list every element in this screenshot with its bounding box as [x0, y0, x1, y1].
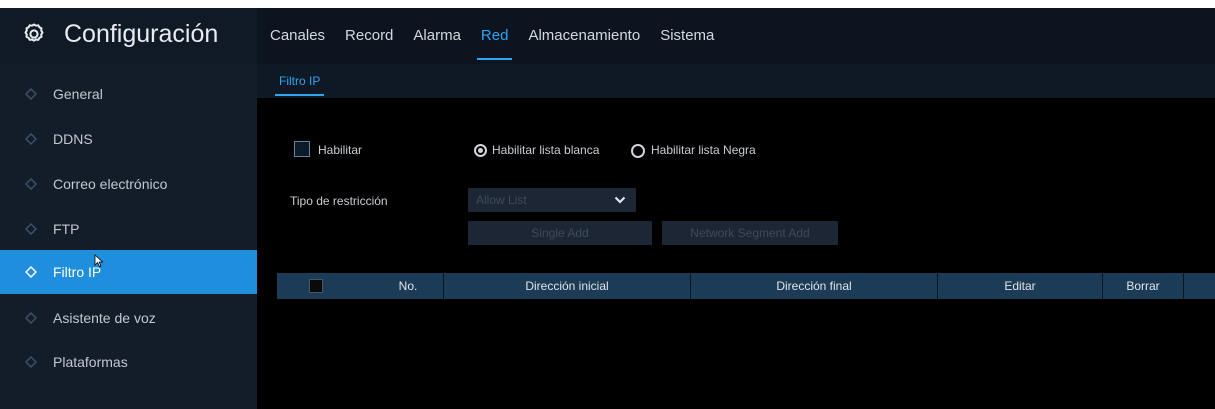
column-header-delete: Borrar	[1126, 279, 1160, 293]
tab-almacenamiento[interactable]: Almacenamiento	[528, 8, 652, 64]
tab-red[interactable]: Red	[476, 8, 521, 64]
tab-alarma[interactable]: Alarma	[413, 8, 473, 64]
enable-checkbox[interactable]	[294, 141, 310, 157]
diamond-bullet-icon	[25, 133, 37, 145]
network-segment-add-button[interactable]: Network Segment Add	[662, 221, 838, 245]
column-header-edit: Editar	[1004, 279, 1036, 293]
sidebar-item-label: DDNS	[53, 131, 93, 147]
select-all-checkbox[interactable]	[309, 279, 323, 293]
chevron-down-icon	[614, 196, 626, 204]
header-bar: Configuración Canales Record Alarma Red …	[0, 8, 1215, 64]
column-header-end-address: Dirección final	[776, 279, 852, 293]
whitelist-radio[interactable]	[474, 144, 487, 157]
restriction-type-value: Allow List	[476, 193, 527, 207]
page-title: Configuración	[64, 20, 219, 48]
diamond-bullet-icon	[25, 312, 37, 324]
tab-canales[interactable]: Canales	[270, 8, 337, 64]
whitelist-label: Habilitar lista blanca	[492, 143, 600, 157]
restriction-type-select[interactable]: Allow List	[468, 188, 636, 212]
gear-icon	[24, 23, 44, 42]
sidebar-item-filtro-ip[interactable]: Filtro IP	[0, 250, 257, 294]
sidebar-item-label: General	[53, 86, 103, 102]
mouse-cursor-icon	[94, 254, 104, 268]
top-tabs: Canales Record Alarma Red Almacenamiento…	[270, 8, 726, 64]
diamond-bullet-icon	[25, 178, 37, 190]
subtab-bar: Filtro IP	[257, 64, 1215, 98]
diamond-bullet-icon	[25, 223, 37, 235]
sidebar-item-plataformas[interactable]: Plataformas	[0, 340, 257, 384]
diamond-bullet-icon	[25, 88, 37, 100]
sidebar-item-label: FTP	[53, 221, 80, 237]
tab-sistema[interactable]: Sistema	[660, 8, 726, 64]
brand-area: Configuración	[0, 8, 257, 64]
column-header-start-address: Dirección inicial	[525, 279, 609, 293]
ip-table-header: No. Dirección inicial Dirección final Ed…	[277, 273, 1215, 299]
config-screen: Configuración Canales Record Alarma Red …	[0, 8, 1215, 409]
column-separator	[1183, 273, 1184, 299]
blacklist-radio[interactable]	[631, 144, 645, 158]
sidebar-item-label: Plataformas	[53, 354, 128, 370]
tab-record[interactable]: Record	[345, 8, 405, 64]
sidebar-item-label: Correo electrónico	[53, 176, 168, 192]
sidebar-item-ddns[interactable]: DDNS	[0, 117, 257, 161]
sidebar: General DDNS Correo electrónico FTP Filt…	[0, 64, 257, 409]
subtab-filtro-ip[interactable]: Filtro IP	[274, 64, 325, 98]
single-add-button[interactable]: Single Add	[468, 221, 652, 245]
sidebar-item-asistente-voz[interactable]: Asistente de voz	[0, 296, 257, 340]
sidebar-item-general[interactable]: General	[0, 72, 257, 116]
sidebar-item-label: Asistente de voz	[53, 310, 156, 326]
diamond-bullet-icon	[25, 266, 37, 278]
diamond-bullet-icon	[25, 356, 37, 368]
enable-label: Habilitar	[318, 143, 363, 157]
blacklist-label: Habilitar lista Negra	[651, 143, 756, 157]
column-header-no: No.	[398, 279, 418, 293]
sidebar-item-ftp[interactable]: FTP	[0, 207, 257, 251]
restriction-type-label: Tipo de restricción	[290, 194, 388, 208]
sidebar-item-correo[interactable]: Correo electrónico	[0, 162, 257, 206]
